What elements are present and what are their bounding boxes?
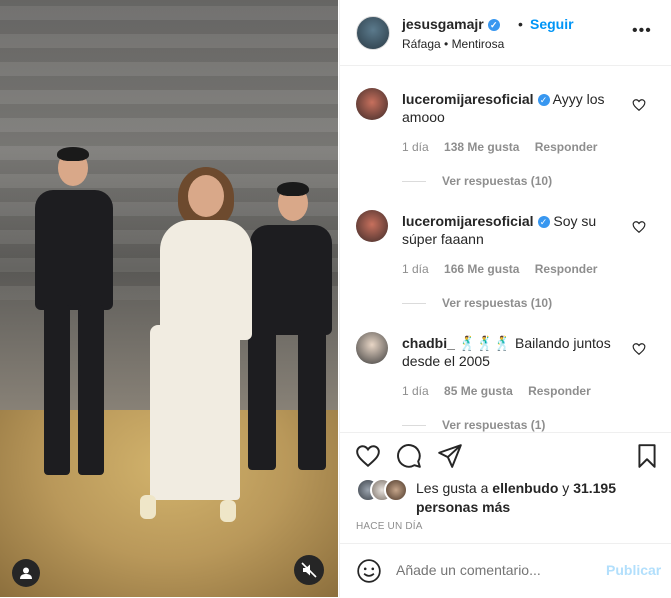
replies-divider <box>402 303 426 305</box>
comment-text: chadbi_ 🕺🕺🕺 Bailando juntos desde el 200… <box>402 334 612 370</box>
comment-text: luceromijaresoficial ✓ Ayyy los amooo <box>402 90 612 126</box>
comment-likes[interactable]: 85 Me gusta <box>444 384 513 398</box>
comment-meta: 1 día 85 Me gusta Responder <box>402 384 603 398</box>
comment-likes[interactable]: 138 Me gusta <box>444 140 519 154</box>
author-username[interactable]: jesusgamajr ✓ <box>402 16 500 32</box>
mute-toggle-button[interactable] <box>294 555 324 585</box>
comment-likes[interactable]: 166 Me gusta <box>444 262 519 276</box>
comment-time: 1 día <box>402 140 429 154</box>
verified-icon: ✓ <box>487 19 500 32</box>
like-comment-heart-icon[interactable] <box>632 342 646 356</box>
view-replies-label[interactable]: Ver respuestas (1) <box>442 418 545 432</box>
author-username-text[interactable]: jesusgamajr <box>402 16 484 32</box>
reply-button[interactable]: Responder <box>535 140 598 154</box>
view-replies-button[interactable]: Ver respuestas (1) <box>402 418 545 432</box>
separator-dot: • <box>518 16 523 32</box>
dancer-center <box>140 165 270 525</box>
reply-button[interactable]: Responder <box>535 262 598 276</box>
share-paper-plane-icon[interactable] <box>437 443 463 469</box>
follow-button[interactable]: Seguir <box>530 16 574 32</box>
commenter-avatar[interactable] <box>356 88 388 120</box>
comment-time: 1 día <box>402 384 429 398</box>
comment-time: 1 día <box>402 262 429 276</box>
commenter-avatar[interactable] <box>356 332 388 364</box>
like-comment-heart-icon[interactable] <box>632 98 646 112</box>
likes-text: Les gusta a ellenbudo y 31.195 personas … <box>416 479 646 517</box>
publish-button[interactable]: Publicar <box>606 562 661 578</box>
like-heart-icon[interactable] <box>355 443 381 469</box>
reply-button[interactable]: Responder <box>528 384 591 398</box>
comment-meta: 1 día 138 Me gusta Responder <box>402 140 609 154</box>
verified-icon: ✓ <box>537 216 550 229</box>
likes-connector: y <box>562 480 570 496</box>
post-actions: Les gusta a ellenbudo y 31.195 personas … <box>340 432 671 543</box>
view-replies-label[interactable]: Ver respuestas (10) <box>442 296 552 310</box>
replies-divider <box>402 181 426 183</box>
user-icon <box>20 567 32 579</box>
dancer-left <box>30 147 120 480</box>
liker-username[interactable]: ellenbudo <box>492 480 558 496</box>
more-options-icon[interactable]: ••• <box>632 22 652 40</box>
author-avatar[interactable] <box>356 16 390 50</box>
commenter-username[interactable]: chadbi_ <box>402 335 455 351</box>
commenter-avatar[interactable] <box>356 210 388 242</box>
save-bookmark-icon[interactable] <box>634 443 660 469</box>
verified-icon: ✓ <box>537 94 550 107</box>
comment-text: luceromijaresoficial ✓ Soy su súper faaan… <box>402 212 612 248</box>
comment-meta: 1 día 166 Me gusta Responder <box>402 262 609 276</box>
speaker-muted-icon <box>301 562 317 578</box>
comment-bubble-icon[interactable] <box>396 443 422 469</box>
likes-prefix: Les gusta a <box>416 480 489 496</box>
post-header: jesusgamajr ✓ • Seguir Ráfaga • Mentirosa… <box>340 0 671 66</box>
commenter-username[interactable]: luceromijaresoficial <box>402 91 534 107</box>
comment-input[interactable] <box>396 562 596 578</box>
liker-avatar <box>384 478 408 502</box>
comments-list: luceromijaresoficial ✓ Ayyy los amooo 1 d… <box>340 66 671 432</box>
dancer-emoji-icon: 🕺🕺🕺 <box>458 335 512 351</box>
commenter-username[interactable]: luceromijaresoficial <box>402 213 534 229</box>
view-replies-button[interactable]: Ver respuestas (10) <box>402 174 552 188</box>
replies-divider <box>402 425 426 427</box>
post-video[interactable] <box>0 0 338 597</box>
add-comment-bar: Publicar <box>340 543 671 598</box>
like-comment-heart-icon[interactable] <box>632 220 646 234</box>
post-timestamp[interactable]: HACE UN DÍA <box>356 521 423 532</box>
post-side-panel: jesusgamajr ✓ • Seguir Ráfaga • Mentirosa… <box>339 0 671 597</box>
tagged-users-button[interactable] <box>12 559 40 587</box>
emoji-icon[interactable] <box>356 558 382 584</box>
view-replies-label[interactable]: Ver respuestas (10) <box>442 174 552 188</box>
view-replies-button[interactable]: Ver respuestas (10) <box>402 296 552 310</box>
audio-subtitle[interactable]: Ráfaga • Mentirosa <box>402 37 504 51</box>
